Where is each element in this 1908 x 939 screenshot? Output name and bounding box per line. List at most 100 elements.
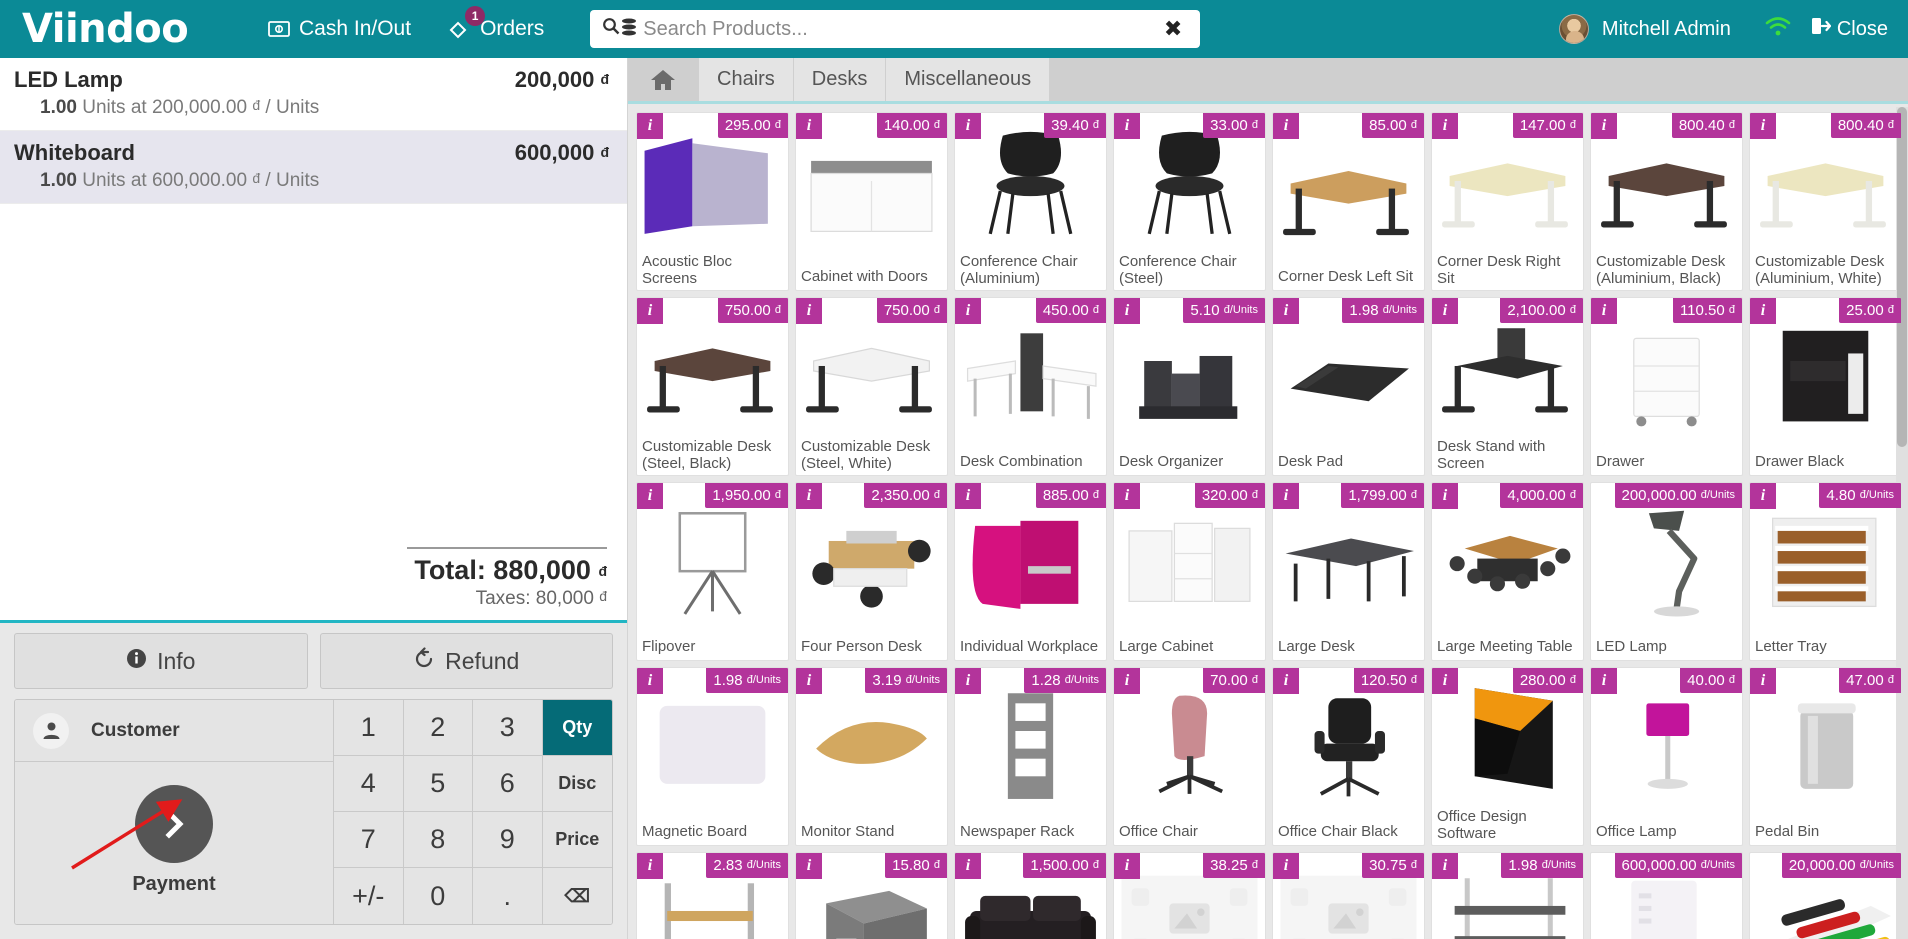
product-card[interactable]: i 750.00 đ Customizable Desk (Steel, White…	[795, 297, 948, 476]
product-info-icon[interactable]: i	[1591, 113, 1617, 139]
numpad-key-disc[interactable]: Disc	[542, 756, 612, 812]
product-info-icon[interactable]: i	[637, 113, 663, 139]
orders-button[interactable]: 1 Orders	[429, 0, 562, 58]
product-card[interactable]: i 25.00 đ Drawer Black	[1749, 297, 1902, 476]
product-card[interactable]: i 320.00 đ Large Cabinet	[1113, 482, 1266, 661]
product-info-icon[interactable]: i	[1750, 483, 1776, 509]
numpad-key-7[interactable]: 7	[334, 812, 404, 868]
product-info-icon[interactable]: i	[637, 668, 663, 694]
refund-button[interactable]: Refund	[319, 633, 613, 689]
product-card[interactable]: i15.80 đStorage Box	[795, 852, 948, 939]
product-card[interactable]: i30.75 đVirtual Interior Design	[1272, 852, 1425, 939]
info-button[interactable]: Info	[14, 633, 308, 689]
product-card[interactable]: i 1,799.00 đ Large Desk	[1272, 482, 1425, 661]
product-info-icon[interactable]: i	[955, 113, 981, 139]
product-info-icon[interactable]: i	[1750, 298, 1776, 324]
scrollbar-thumb[interactable]	[1897, 107, 1907, 447]
product-card[interactable]: i 800.40 đ Customizable Desk (Aluminium, B…	[1590, 112, 1743, 291]
product-card[interactable]: i 140.00 đ Cabinet with Doors	[795, 112, 948, 291]
close-session-button[interactable]: Close	[1811, 17, 1894, 41]
product-info-icon[interactable]: i	[637, 298, 663, 324]
product-card[interactable]: i 120.50 đ Office Chair Black	[1272, 667, 1425, 846]
numpad-key-5[interactable]: 5	[403, 756, 473, 812]
product-scrollbar[interactable]	[1896, 107, 1908, 939]
product-card[interactable]: i 750.00 đ Customizable Desk (Steel, Black…	[636, 297, 789, 476]
product-info-icon[interactable]: i	[1432, 113, 1458, 139]
product-info-icon[interactable]: i	[1273, 483, 1299, 509]
product-info-icon[interactable]: i	[1591, 668, 1617, 694]
numpad-key-8[interactable]: 8	[403, 812, 473, 868]
product-info-icon[interactable]: i	[1114, 113, 1140, 139]
numpad-key-0[interactable]: 0	[403, 868, 473, 924]
product-info-icon[interactable]: i	[955, 853, 981, 879]
product-info-icon[interactable]: i	[955, 298, 981, 324]
product-card[interactable]: i 1.98 đ/Units Desk Pad	[1272, 297, 1425, 476]
product-card[interactable]: i 4.80 đ/Units Letter Tray	[1749, 482, 1902, 661]
product-info-icon[interactable]: i	[796, 113, 822, 139]
product-card[interactable]: i 800.40 đ Customizable Desk (Aluminium, W…	[1749, 112, 1902, 291]
product-card[interactable]: i 40.00 đ Office Lamp	[1590, 667, 1743, 846]
product-info-icon[interactable]: i	[796, 668, 822, 694]
product-info-icon[interactable]: i	[955, 668, 981, 694]
product-card[interactable]: i 33.00 đ Conference Chair (Steel)	[1113, 112, 1266, 291]
order-line[interactable]: LED Lamp 200,000 đ 1.00 Units at 200,000.0…	[0, 58, 627, 131]
product-info-icon[interactable]: i	[1432, 853, 1458, 879]
numpad-key-4[interactable]: 4	[334, 756, 404, 812]
product-card[interactable]: i 1.28 đ/Units Newspaper Rack	[954, 667, 1107, 846]
product-info-icon[interactable]: i	[1273, 853, 1299, 879]
user-menu-button[interactable]: Mitchell Admin	[1593, 18, 1745, 41]
tab-chairs[interactable]: Chairs	[699, 58, 794, 101]
product-info-icon[interactable]: i	[1273, 298, 1299, 324]
numpad-key-1[interactable]: 1	[334, 700, 404, 756]
numpad-key-price[interactable]: Price	[542, 812, 612, 868]
product-info-icon[interactable]: i	[1750, 113, 1776, 139]
wifi-icon[interactable]	[1749, 17, 1807, 41]
product-card[interactable]: i 280.00 đ Office Design Software	[1431, 667, 1584, 846]
tab-miscellaneous[interactable]: Miscellaneous	[886, 58, 1051, 101]
product-info-icon[interactable]: i	[1114, 298, 1140, 324]
numpad-key-9[interactable]: 9	[473, 812, 543, 868]
product-card[interactable]: i 70.00 đ Office Chair	[1113, 667, 1266, 846]
numpad-key-3[interactable]: 3	[473, 700, 543, 756]
product-card[interactable]: i 85.00 đ Corner Desk Left Sit	[1272, 112, 1425, 291]
clear-search-icon[interactable]: ✖	[1158, 16, 1188, 42]
product-card[interactable]: i 2,350.00 đ Four Person Desk	[795, 482, 948, 661]
product-card[interactable]: i 5.10 đ/Units Desk Organizer	[1113, 297, 1266, 476]
product-info-icon[interactable]: i	[796, 853, 822, 879]
product-card[interactable]: i 450.00 đ Desk Combination	[954, 297, 1107, 476]
order-line[interactable]: Whiteboard 600,000 đ 1.00 Units at 600,000…	[0, 131, 627, 204]
product-card[interactable]: i2.83 đ/UnitsSmall Shelf	[636, 852, 789, 939]
product-card[interactable]: i 110.50 đ Drawer	[1590, 297, 1743, 476]
product-card[interactable]: i38.25 đVirtual Home Staging	[1113, 852, 1266, 939]
product-card[interactable]: i 885.00 đ Individual Workplace	[954, 482, 1107, 661]
numpad-key-2[interactable]: 2	[403, 700, 473, 756]
product-card[interactable]: i 1.98 đ/Units Magnetic Board	[636, 667, 789, 846]
tab-home[interactable]	[628, 58, 699, 101]
product-info-icon[interactable]: i	[1114, 668, 1140, 694]
product-card[interactable]: i 1,950.00 đ Flipover	[636, 482, 789, 661]
product-card[interactable]: i 3.19 đ/Units Monitor Stand	[795, 667, 948, 846]
set-customer-button[interactable]: Customer	[15, 700, 333, 762]
numpad-key-6[interactable]: 6	[473, 756, 543, 812]
product-card[interactable]: i 295.00 đ Acoustic Bloc Screens	[636, 112, 789, 291]
product-card[interactable]: i1,500.00 đThree-Seat Sofa	[954, 852, 1107, 939]
product-info-icon[interactable]: i	[796, 483, 822, 509]
tab-desks[interactable]: Desks	[793, 58, 887, 101]
product-info-icon[interactable]: i	[1432, 668, 1458, 694]
product-info-icon[interactable]: i	[1432, 298, 1458, 324]
product-card[interactable]: 600,000.00 đ/UnitsWhiteboard	[1590, 852, 1743, 939]
numpad-key-qty[interactable]: Qty	[542, 700, 612, 756]
product-info-icon[interactable]: i	[1114, 853, 1140, 879]
payment-button[interactable]: Payment	[15, 762, 333, 924]
product-info-icon[interactable]: i	[1432, 483, 1458, 509]
product-card[interactable]: 20,000.00 đ/UnitsWhiteboard Pen	[1749, 852, 1902, 939]
cash-in-out-button[interactable]: Cash In/Out	[250, 0, 429, 58]
product-info-icon[interactable]: i	[637, 853, 663, 879]
search-bar[interactable]: ✖	[590, 10, 1201, 48]
product-card[interactable]: i 147.00 đ Corner Desk Right Sit	[1431, 112, 1584, 291]
product-info-icon[interactable]: i	[637, 483, 663, 509]
search-input[interactable]	[643, 17, 1158, 41]
product-info-icon[interactable]: i	[955, 483, 981, 509]
product-info-icon[interactable]: i	[1273, 113, 1299, 139]
numpad-key-[interactable]: +/-	[334, 868, 404, 924]
